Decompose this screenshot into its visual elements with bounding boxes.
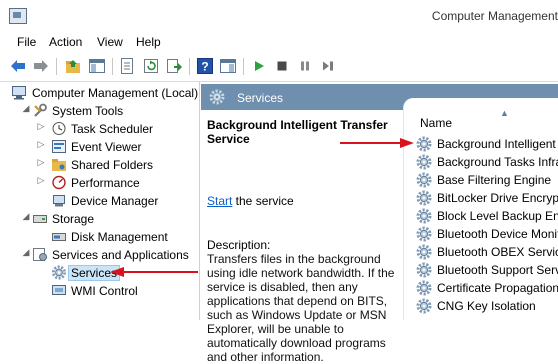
gear-icon — [416, 208, 432, 224]
column-header-name[interactable]: Name — [420, 116, 452, 130]
services-applications-icon — [33, 248, 47, 261]
gear-icon — [51, 265, 67, 280]
export-list-icon[interactable] — [165, 57, 183, 75]
menu-bar: File Action View Help — [0, 32, 558, 52]
pause-service-icon[interactable] — [296, 57, 314, 75]
menu-view[interactable]: View — [97, 35, 123, 49]
back-arrow-icon[interactable] — [9, 57, 27, 75]
device-manager-icon — [53, 195, 65, 207]
expand-chevron-icon[interactable]: ▷ — [36, 121, 46, 132]
computer-icon — [12, 86, 26, 100]
service-name: Background Intelligent Tr — [437, 137, 558, 151]
gear-icon — [416, 226, 432, 242]
gear-icon — [416, 190, 432, 206]
title-bar: Computer Management — [0, 0, 558, 32]
toolbar: ? — [0, 53, 558, 82]
disk-management-icon — [52, 233, 66, 241]
shared-folder-icon — [52, 159, 66, 171]
wmi-control-icon — [52, 285, 66, 295]
expand-chevron-icon[interactable]: ▷ — [36, 175, 46, 186]
collapse-chevron-icon[interactable]: ◢ — [21, 103, 31, 114]
service-name: Bluetooth Support Servi — [437, 263, 558, 277]
tools-icon — [34, 103, 47, 117]
service-detail-panel: Background Intelligent Transfer Service … — [201, 110, 405, 364]
up-folder-icon[interactable] — [64, 57, 82, 75]
start-service-line: Start the service — [207, 194, 294, 208]
description-text: Transfers files in the background using … — [207, 252, 395, 364]
gear-icon — [209, 89, 225, 105]
service-name: CNG Key Isolation — [437, 299, 536, 313]
computer-management-icon — [9, 8, 27, 24]
gear-icon — [416, 262, 432, 278]
forward-arrow-icon[interactable] — [32, 57, 50, 75]
clock-icon — [52, 122, 66, 135]
gear-icon — [416, 154, 432, 170]
menu-action[interactable]: Action — [49, 35, 82, 49]
service-name: Base Filtering Engine — [437, 173, 552, 187]
help-icon[interactable]: ? — [196, 57, 214, 75]
collapse-chevron-icon[interactable]: ◢ — [21, 211, 31, 222]
restart-service-icon[interactable] — [319, 57, 337, 75]
service-name: Certificate Propagation — [437, 281, 558, 295]
service-name: Background Tasks Infrast — [437, 155, 558, 169]
start-service-icon[interactable] — [250, 57, 268, 75]
performance-icon — [52, 175, 66, 190]
properties-icon[interactable] — [118, 57, 136, 75]
collapse-chevron-icon[interactable]: ◢ — [21, 247, 31, 258]
service-name: Bluetooth Device Monito — [437, 227, 558, 241]
menu-help[interactable]: Help — [136, 35, 161, 49]
show-hide-console-tree-icon[interactable] — [88, 57, 106, 75]
gear-icon — [416, 172, 432, 188]
service-name: BitLocker Drive Encryptio — [437, 191, 558, 205]
start-service-link[interactable]: Start — [207, 194, 232, 208]
gear-icon — [416, 298, 432, 314]
event-viewer-icon — [52, 140, 66, 153]
sort-ascending-icon: ▲ — [500, 108, 509, 118]
storage-icon — [33, 215, 47, 223]
refresh-icon[interactable] — [142, 57, 160, 75]
service-name: Bluetooth OBEX Service — [437, 245, 558, 259]
show-hide-action-pane-icon[interactable] — [219, 57, 237, 75]
services-list: ▲ Name Background Intelligent Tr Backgrou… — [404, 98, 558, 320]
gear-icon — [416, 136, 432, 152]
menu-file[interactable]: File — [17, 35, 36, 49]
expand-chevron-icon[interactable]: ▷ — [36, 139, 46, 150]
console-tree: Computer Management (Local) ◢ System Too… — [0, 82, 200, 320]
svg-text:?: ? — [201, 60, 208, 74]
selected-service-title: Background Intelligent Transfer Service — [207, 118, 388, 146]
window-title: Computer Management — [431, 9, 558, 23]
gear-icon — [416, 280, 432, 296]
expand-chevron-icon[interactable]: ▷ — [36, 157, 46, 168]
gear-icon — [416, 244, 432, 260]
service-name: Block Level Backup Engin — [437, 209, 558, 223]
stop-service-icon[interactable] — [273, 57, 291, 75]
services-pane: Services Background Intelligent Transfer… — [201, 82, 558, 364]
description-label: Description: — [207, 238, 271, 252]
